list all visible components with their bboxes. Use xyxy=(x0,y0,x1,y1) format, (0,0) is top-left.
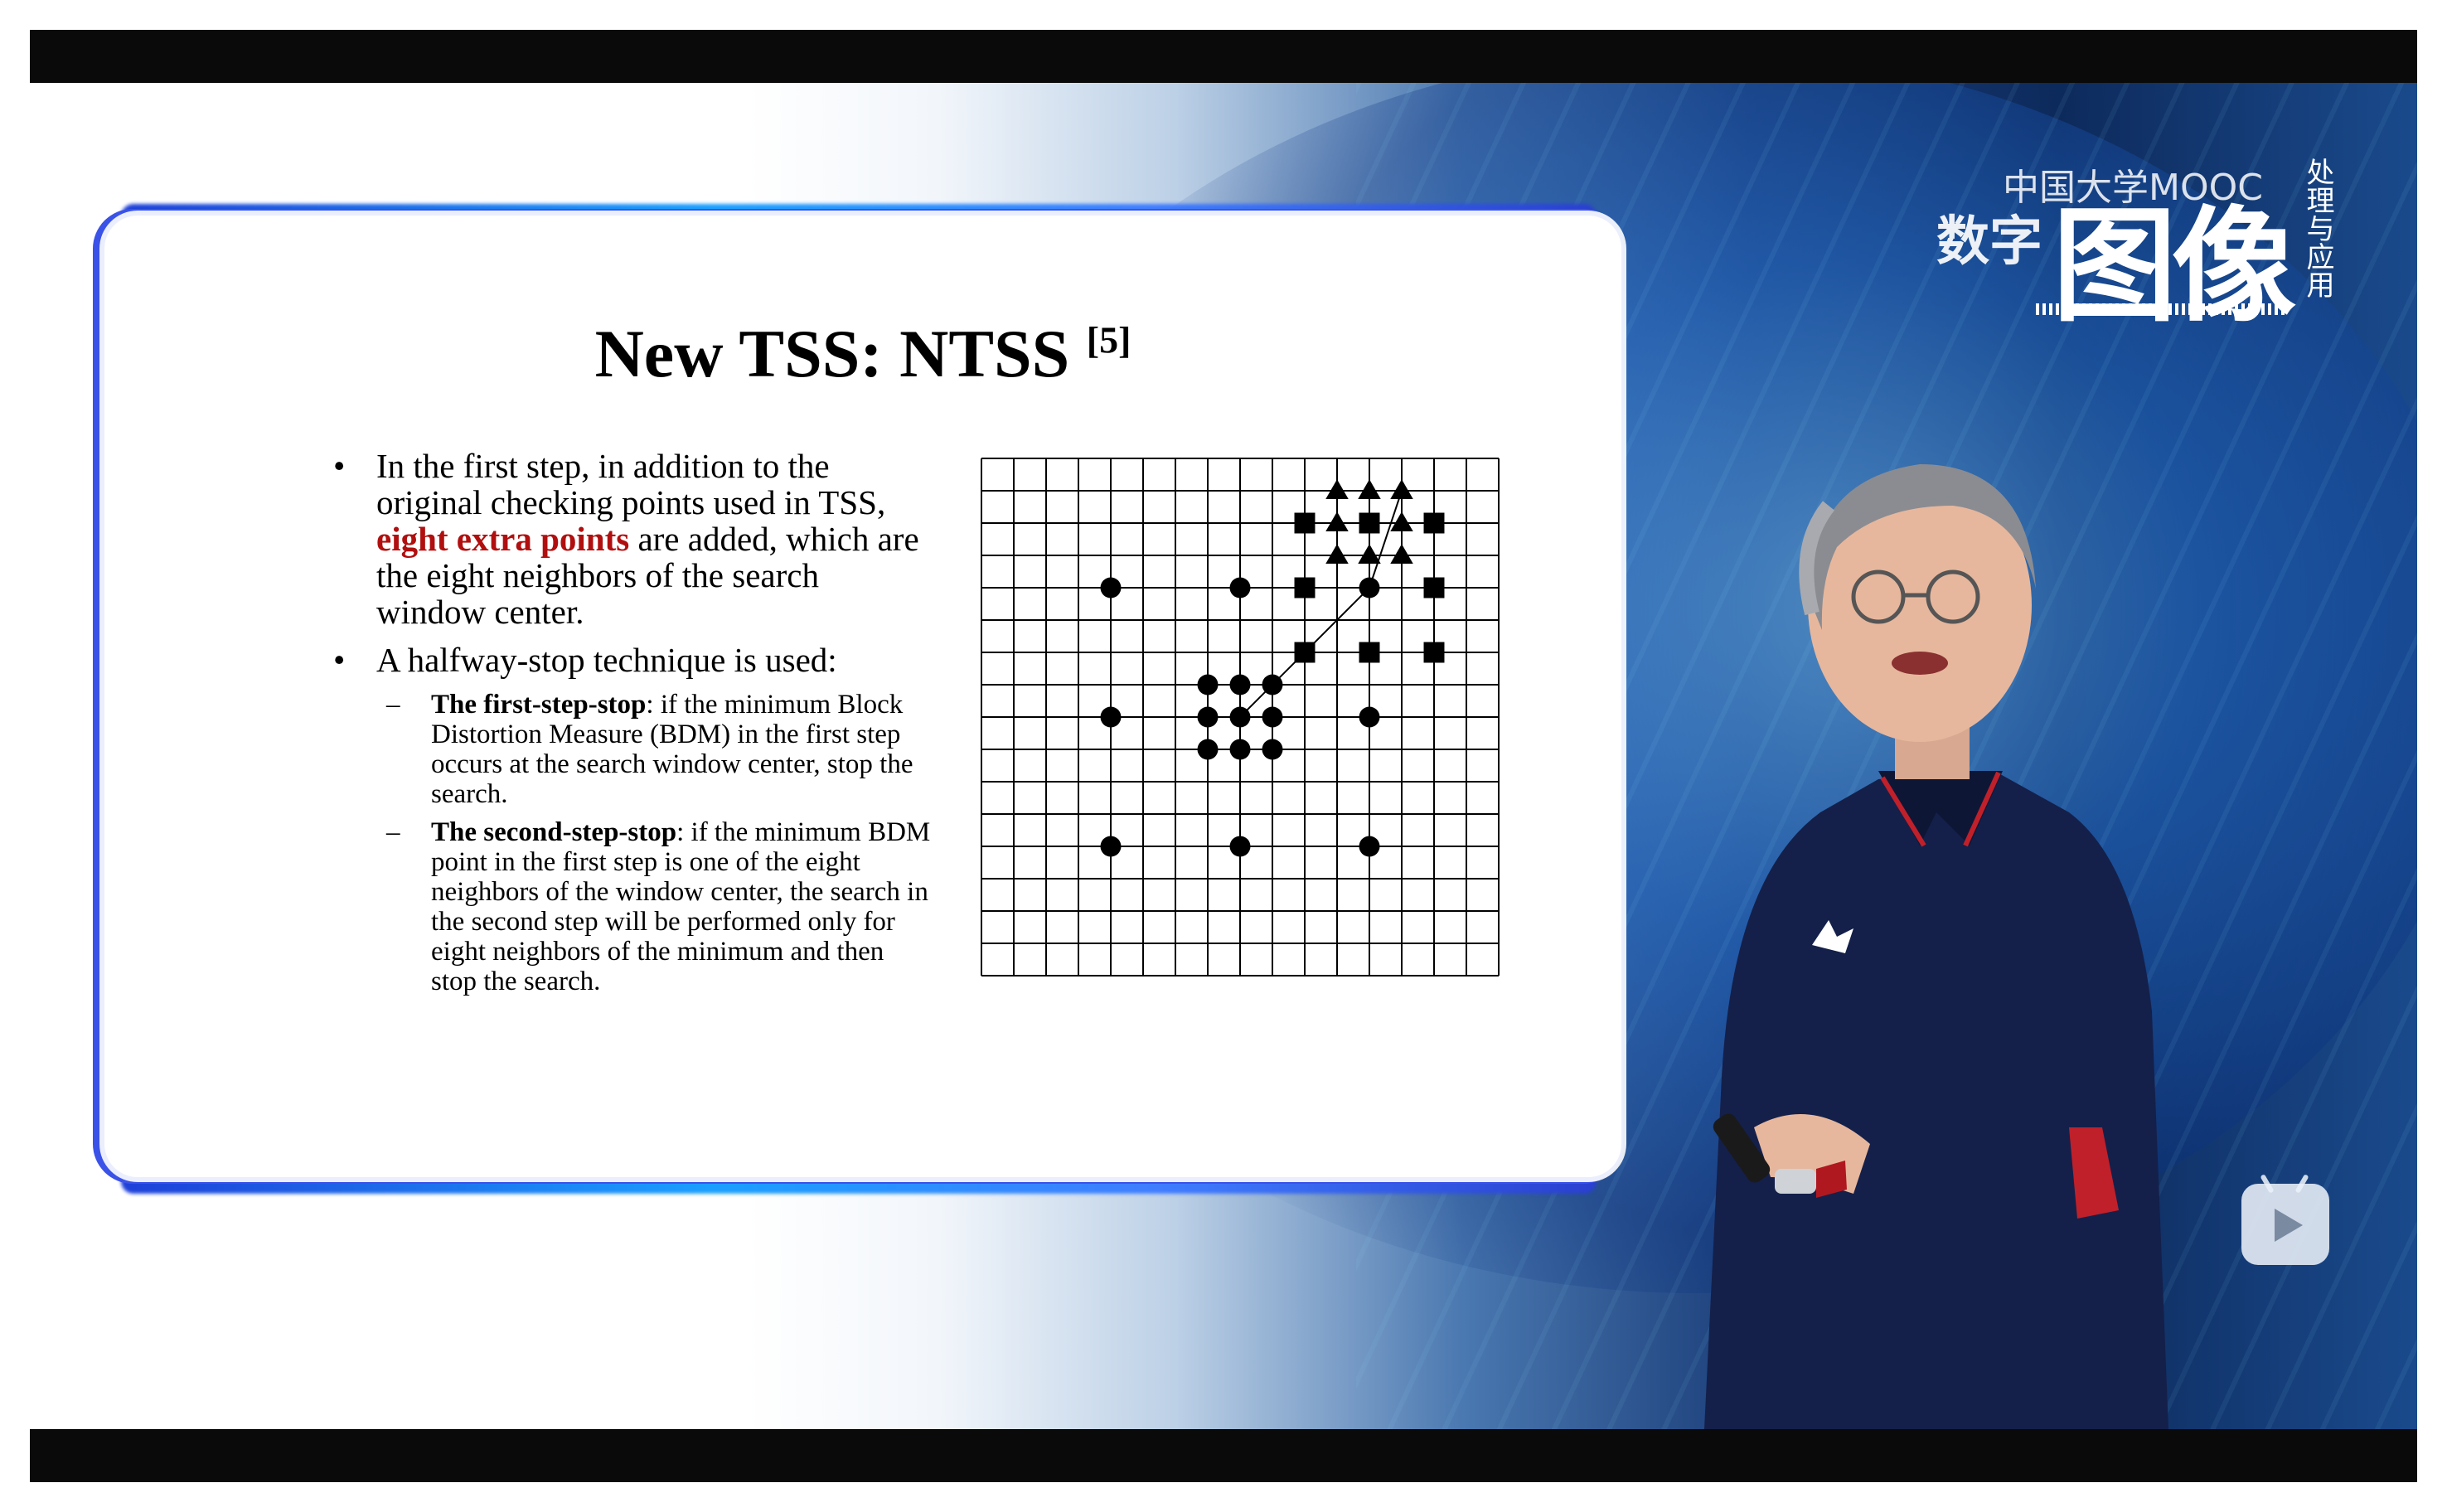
sub-bullet-1-title: The first-step-stop xyxy=(431,690,647,720)
checkpoint-circle xyxy=(1229,674,1251,695)
checkpoint-triangle xyxy=(1325,479,1349,499)
checkpoint-triangle xyxy=(1325,544,1349,564)
checkpoint-circle xyxy=(1100,577,1122,598)
checkpoint-square xyxy=(1294,642,1316,663)
checkpoint-triangle xyxy=(1325,511,1349,531)
bullet-dot: • xyxy=(333,447,346,485)
checkpoint-square xyxy=(1359,512,1380,534)
video-player[interactable]: 中国大学MOOC 数字 图像 处理与应用 New TSS: NTSS [5] •… xyxy=(30,30,2417,1482)
video-frame: 中国大学MOOC 数字 图像 处理与应用 New TSS: NTSS [5] •… xyxy=(30,83,2417,1429)
logo-bar xyxy=(2036,303,2285,315)
checkpoint-circle xyxy=(1197,706,1219,728)
bilibili-play-icon[interactable] xyxy=(2241,1174,2329,1265)
checkpoint-triangle xyxy=(1358,479,1381,499)
sub-dash: – xyxy=(386,690,400,720)
checkpoint-circle xyxy=(1100,836,1122,857)
presenter xyxy=(1704,464,2168,1429)
sub-bullet-1: – The first-step-stop: if the minimum Bl… xyxy=(328,690,933,809)
search-arrow xyxy=(1369,489,1404,589)
sub-bullet-2-title: The second-step-stop xyxy=(431,817,677,847)
checkpoint-circle xyxy=(1229,706,1251,728)
logo-vertical-text: 处理与应用 xyxy=(2301,158,2334,298)
checkpoint-square xyxy=(1423,512,1445,534)
slide-text: • In the first step, in addition to the … xyxy=(328,448,933,1005)
slide-title: New TSS: NTSS [5] xyxy=(104,315,1621,393)
checkpoint-circle xyxy=(1100,706,1122,728)
checkpoint-circle xyxy=(1229,739,1251,760)
slide-title-ref: [5] xyxy=(1086,318,1131,361)
checkpoint-circle xyxy=(1359,577,1380,598)
checkpoint-triangle xyxy=(1390,479,1413,499)
checkpoint-triangle xyxy=(1358,544,1381,564)
checkpoint-circle xyxy=(1229,577,1251,598)
presentation-slide: New TSS: NTSS [5] • In the first step, i… xyxy=(104,216,1621,1177)
checkpoint-circle xyxy=(1262,674,1283,695)
bullet-dot: • xyxy=(333,641,346,679)
checkpoint-circle xyxy=(1197,739,1219,760)
checkpoint-square xyxy=(1294,577,1316,598)
checkpoint-square xyxy=(1359,642,1380,663)
checkpoint-circle xyxy=(1262,706,1283,728)
bullet-1: • In the first step, in addition to the … xyxy=(328,448,933,630)
bullet-1-prefix: In the first step, in addition to the or… xyxy=(376,447,886,521)
course-logo: 中国大学MOOC 数字 图像 处理与应用 xyxy=(1928,149,2392,356)
checkpoint-circle xyxy=(1229,836,1251,857)
play-triangle xyxy=(2275,1209,2303,1242)
checkpoint-square xyxy=(1294,512,1316,534)
checkpoint-circle xyxy=(1359,836,1380,857)
logo-left-text: 数字 xyxy=(1936,211,2042,273)
ntss-search-diagram xyxy=(981,458,1500,976)
sub-dash: – xyxy=(386,817,400,847)
checkpoint-triangle xyxy=(1390,544,1413,564)
checkpoint-circle xyxy=(1359,706,1380,728)
checkpoint-circle xyxy=(1262,739,1283,760)
checkpoint-square xyxy=(1423,577,1445,598)
checkpoint-circle xyxy=(1197,674,1219,695)
slide-title-text: New TSS: NTSS xyxy=(594,316,1070,391)
bullet-2: • A halfway-stop technique is used: xyxy=(328,642,933,678)
logo-main-text: 图像 xyxy=(2052,195,2296,339)
sub-bullet-2: – The second-step-stop: if the minimum B… xyxy=(328,817,933,996)
bullet-1-highlight: eight extra points xyxy=(376,520,630,558)
bullet-2-text: A halfway-stop technique is used: xyxy=(376,641,837,679)
checkpoint-square xyxy=(1423,642,1445,663)
